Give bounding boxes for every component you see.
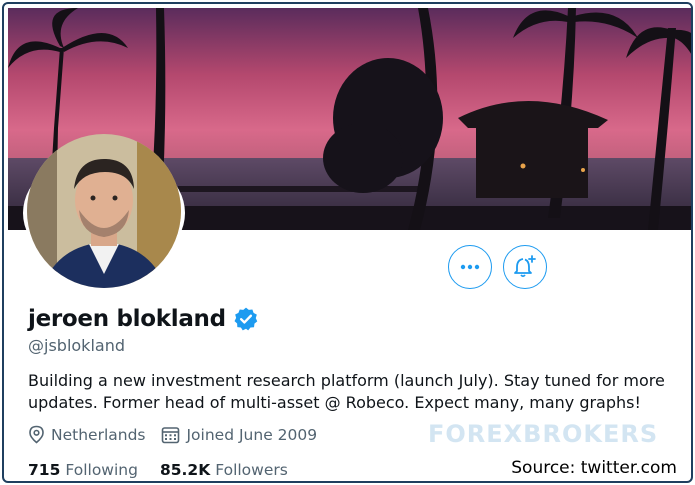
profile-card: jeroen blokland @jsblokland Building a n… [2, 2, 693, 483]
bell-plus-icon [514, 255, 536, 278]
joined-text: Joined June 2009 [186, 425, 318, 444]
profile-avatar[interactable] [23, 134, 185, 288]
location-item: Netherlands [28, 425, 145, 444]
followers-link[interactable]: 85.2K Followers [160, 461, 288, 479]
forexbrokers-watermark: FOREXBROKERS [428, 420, 659, 448]
followers-count: 85.2K [159, 461, 211, 479]
more-dots-icon [460, 264, 480, 270]
verified-badge-icon [234, 307, 258, 331]
avatar-photo [27, 134, 181, 288]
calendar-icon [162, 426, 180, 443]
more-options-button[interactable] [448, 245, 492, 289]
location-pin-icon [29, 425, 44, 444]
profile-bio: Building a new investment research platf… [28, 371, 665, 412]
followers-label: Followers [215, 461, 288, 479]
profile-meta: Netherlands Joined June 2009 [28, 425, 333, 444]
profile-handle: @jsblokland [28, 336, 125, 355]
following-link[interactable]: 715 Following [28, 461, 138, 479]
source-caption: Source: twitter.com [511, 458, 677, 478]
following-count: 715 [28, 461, 61, 479]
joined-item: Joined June 2009 [161, 426, 317, 444]
follow-stats: 715 Following 85.2K Followers [28, 461, 310, 479]
following-label: Following [65, 461, 138, 479]
profile-name-row: jeroen blokland [28, 306, 259, 332]
notifications-button[interactable] [503, 245, 547, 289]
location-text: Netherlands [51, 425, 146, 444]
display-name: jeroen blokland [28, 306, 226, 332]
